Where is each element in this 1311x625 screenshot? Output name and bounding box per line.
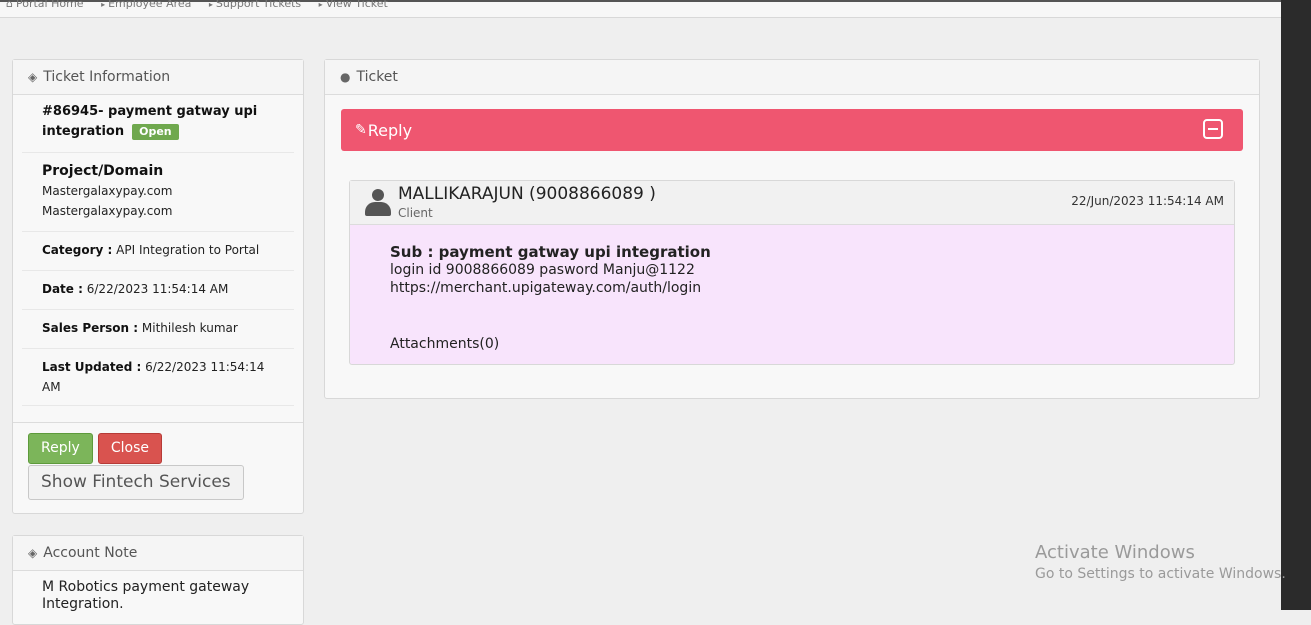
reply-bar-label: Reply — [367, 120, 413, 140]
message-line-2: https://merchant.upigateway.com/auth/log… — [390, 280, 702, 296]
ticket-information-panel: ◈ Ticket Information #86945- payment gat… — [12, 59, 304, 514]
account-note-panel: ◈ Account Note M Robotics payment gatewa… — [12, 535, 304, 625]
account-note-title: Account Note — [43, 545, 138, 561]
category-value: API Integration to Portal — [116, 243, 260, 257]
breadcrumb-separator-icon: ▸ — [208, 0, 213, 9]
breadcrumb-view-ticket[interactable]: View Ticket — [326, 0, 388, 10]
ticket-actions: Reply Close Show Fintech Services — [13, 422, 303, 500]
project-domain-label: Project/Domain — [42, 163, 164, 179]
collapse-icon[interactable] — [1203, 119, 1223, 139]
ticket-icon: ◈ — [28, 70, 38, 84]
activate-windows-watermark: Activate Windows Go to Settings to activ… — [1035, 542, 1286, 582]
breadcrumb-separator-icon: ▸ — [318, 0, 323, 9]
ticket-info-list: #86945- payment gatway upi integration Op… — [13, 95, 303, 406]
reply-button[interactable]: Reply — [28, 433, 93, 464]
user-icon — [365, 189, 391, 217]
top-bar: ⌂ Portal Home ▸ Employee Area ▸ Support Tic… — [0, 0, 1281, 18]
ticket-panel-title: Ticket — [356, 69, 398, 85]
project-domain-item: Project/Domain Mastergalaxypay.com Maste… — [22, 153, 294, 232]
status-badge: Open — [132, 123, 179, 140]
message-role: Client — [398, 206, 433, 220]
account-note-text: M Robotics payment gateway Integration. — [42, 579, 250, 612]
message-subject: Sub : payment gatway upi integration — [390, 243, 711, 261]
category-item: Category : API Integration to Portal — [22, 232, 294, 271]
project-domain-line-1: Mastergalaxypay.com — [42, 184, 173, 198]
sales-person-item: Sales Person : Mithilesh kumar — [22, 310, 294, 349]
category-label: Category : — [42, 243, 113, 257]
reply-bar[interactable]: ✎ Reply — [341, 109, 1243, 151]
date-item: Date : 6/22/2023 11:54:14 AM — [22, 271, 294, 310]
sales-person-value: Mithilesh kumar — [141, 321, 238, 335]
date-label: Date : — [42, 282, 83, 296]
pencil-icon: ✎ — [355, 122, 367, 138]
ticket-information-header: ◈ Ticket Information — [13, 60, 303, 95]
breadcrumb-employee-area[interactable]: Employee Area — [108, 0, 191, 10]
ticket-icon: ◈ — [28, 546, 38, 560]
show-fintech-services-button[interactable]: Show Fintech Services — [28, 465, 244, 500]
ticket-information-title: Ticket Information — [43, 69, 171, 85]
watermark-line-1: Activate Windows — [1035, 542, 1195, 563]
close-button[interactable]: Close — [97, 433, 163, 464]
home-icon: ⌂ — [6, 0, 13, 10]
message-attachments[interactable]: Attachments(0) — [390, 335, 1194, 353]
account-note-header: ◈ Account Note — [13, 536, 303, 571]
message-line-1: login id 9008866089 pasword Manju@1122 — [390, 262, 695, 278]
window-edge — [1281, 0, 1311, 610]
message-header: MALLIKARAJUN (9008866089 ) Client 22/Jun… — [350, 181, 1234, 225]
ticket-subject-item: #86945- payment gatway upi integration Op… — [22, 95, 294, 153]
breadcrumb-portal-home[interactable]: Portal Home — [16, 0, 84, 10]
last-updated-item: Last Updated : 6/22/2023 11:54:14 AM — [22, 349, 294, 406]
message-author: MALLIKARAJUN (9008866089 ) — [398, 184, 656, 204]
project-domain-line-2: Mastergalaxypay.com — [42, 204, 173, 218]
message-body: Sub : payment gatway upi integration log… — [350, 225, 1234, 371]
last-updated-label: Last Updated : — [42, 360, 142, 374]
sales-person-label: Sales Person : — [42, 321, 139, 335]
date-value: 6/22/2023 11:54:14 AM — [86, 282, 229, 296]
breadcrumb: ⌂ Portal Home ▸ Employee Area ▸ Support Tic… — [6, 0, 402, 10]
watermark-line-2: Go to Settings to activate Windows. — [1035, 566, 1286, 582]
ticket-panel-header: ● Ticket — [325, 60, 1259, 95]
ticket-message: MALLIKARAJUN (9008866089 ) Client 22/Jun… — [349, 180, 1235, 365]
comments-icon: ● — [340, 70, 351, 84]
breadcrumb-separator-icon: ▸ — [101, 0, 106, 9]
message-date: 22/Jun/2023 11:54:14 AM — [1071, 194, 1224, 208]
ticket-panel: ● Ticket ✎ Reply MALLIKARAJUN (900886608… — [324, 59, 1260, 399]
breadcrumb-support-tickets[interactable]: Support Tickets — [216, 0, 301, 10]
